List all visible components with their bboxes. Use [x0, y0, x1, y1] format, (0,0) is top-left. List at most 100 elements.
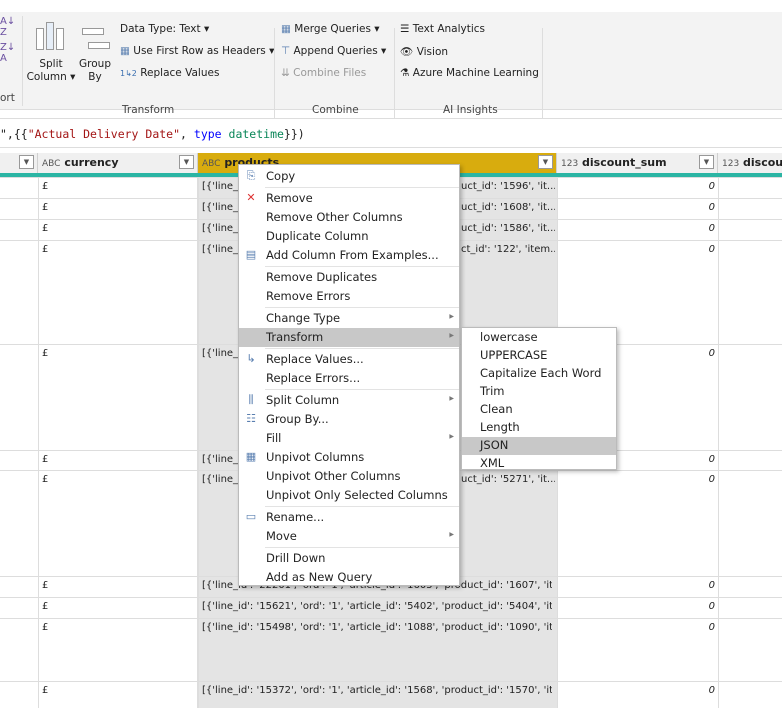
- submenu-item-length[interactable]: Length: [462, 419, 616, 437]
- currency-cell[interactable]: £: [42, 601, 192, 612]
- split-column-icon: ⫼: [248, 393, 254, 406]
- currency-cell[interactable]: £: [42, 181, 192, 192]
- discount-sum-cell[interactable]: 0: [600, 622, 715, 633]
- menu-item-change-type[interactable]: Change Type ▶: [239, 309, 459, 328]
- menu-item-add-as-new-query[interactable]: Add as New Query: [239, 568, 459, 587]
- vision-button[interactable]: 👁 Vision: [400, 45, 448, 58]
- append-queries-button[interactable]: ⊤ Append Queries ▾: [281, 45, 386, 57]
- group-label-1: Group: [79, 58, 111, 70]
- sort-descending-icon[interactable]: Z↓ A: [0, 42, 15, 64]
- menu-item-split-column[interactable]: ⫼ Split Column ▶: [239, 391, 459, 410]
- discount-sum-cell[interactable]: 0: [600, 348, 715, 359]
- products-cell-visible-part[interactable]: ct_id': '122', 'item...: [461, 244, 555, 255]
- currency-cell[interactable]: £: [42, 454, 192, 465]
- divider: [394, 28, 395, 118]
- text-analytics-button[interactable]: ☰ Text Analytics: [400, 23, 485, 35]
- column-header-discount-sum[interactable]: 123 discount_sum ▼: [557, 153, 718, 173]
- discount-sum-cell[interactable]: 0: [600, 223, 715, 234]
- currency-cell[interactable]: £: [42, 474, 192, 485]
- column-filter-dropdown[interactable]: ▼: [538, 155, 553, 169]
- discount-sum-cell[interactable]: 0: [600, 181, 715, 192]
- menu-item-label: Move: [266, 529, 297, 543]
- data-type-button[interactable]: Data Type: Text ▾: [120, 23, 209, 35]
- menu-item-add-column-from-examples[interactable]: ▤ Add Column From Examples...: [239, 246, 459, 265]
- menu-item-transform[interactable]: Transform ▶: [239, 328, 459, 347]
- number-type-icon[interactable]: 123: [561, 159, 578, 169]
- text-type-icon[interactable]: ABC: [202, 159, 220, 169]
- column-header-currency[interactable]: ABC currency ▼: [38, 153, 198, 173]
- submenu-item-lowercase[interactable]: lowercase: [462, 329, 616, 347]
- menu-item-remove-errors[interactable]: Remove Errors: [239, 287, 459, 306]
- group-by-icon: ☷: [246, 412, 256, 425]
- products-cell-visible-part[interactable]: uct_id': '1608', 'it...: [461, 202, 555, 213]
- merge-queries-button[interactable]: ▦ Merge Queries ▾: [281, 23, 380, 35]
- combine-files-icon: ⇊: [281, 67, 290, 79]
- menu-item-group-by[interactable]: ☷ Group By...: [239, 410, 459, 429]
- currency-cell[interactable]: £: [42, 685, 192, 696]
- menu-item-remove-other-columns[interactable]: Remove Other Columns: [239, 208, 459, 227]
- submenu-item-capitalize-each-word[interactable]: Capitalize Each Word: [462, 365, 616, 383]
- sort-group-label: ort: [0, 92, 15, 104]
- replace-values-button[interactable]: 1↳2 Replace Values: [120, 67, 219, 79]
- menu-item-remove-duplicates[interactable]: Remove Duplicates: [239, 268, 459, 287]
- currency-cell[interactable]: £: [42, 244, 192, 255]
- formula-bar[interactable]: ",{{"Actual Delivery Date", type datetim…: [0, 118, 782, 148]
- menu-item-copy[interactable]: ⎘ Copy: [239, 167, 459, 186]
- menu-separator: [265, 187, 459, 188]
- formula-keyword: type: [193, 127, 222, 141]
- menu-item-label: Remove Duplicates: [266, 270, 378, 284]
- column-filter-dropdown[interactable]: ▼: [19, 155, 34, 169]
- vision-label: Vision: [416, 46, 449, 58]
- menu-item-unpivot-only-selected-columns[interactable]: Unpivot Only Selected Columns: [239, 486, 459, 505]
- currency-cell[interactable]: £: [42, 348, 192, 359]
- discount-sum-cell[interactable]: 0: [600, 601, 715, 612]
- products-cell-visible-part[interactable]: uct_id': '5271', 'it...: [461, 474, 555, 485]
- column-header-prev[interactable]: ▼: [0, 153, 38, 173]
- combine-files-button[interactable]: ⇊ Combine Files: [281, 67, 366, 79]
- sort-ascending-icon[interactable]: A↓ Z: [0, 16, 15, 38]
- azure-ml-button[interactable]: ⚗ Azure Machine Learning: [400, 67, 539, 79]
- menu-item-fill[interactable]: Fill ▶: [239, 429, 459, 448]
- number-type-icon[interactable]: 123: [722, 159, 739, 169]
- products-cell-visible-part[interactable]: uct_id': '1596', 'it...: [461, 181, 555, 192]
- submenu-item-uppercase[interactable]: UPPERCASE: [462, 347, 616, 365]
- menu-item-replace-errors[interactable]: Replace Errors...: [239, 369, 459, 388]
- discount-sum-cell[interactable]: 0: [600, 685, 715, 696]
- first-row-headers-button[interactable]: ▦ Use First Row as Headers ▾: [120, 45, 274, 57]
- products-cell[interactable]: [{'line_id': '15498', 'ord': '1', 'artic…: [202, 622, 552, 633]
- discount-sum-cell[interactable]: 0: [600, 454, 715, 465]
- discount-sum-cell[interactable]: 0: [600, 474, 715, 485]
- currency-cell[interactable]: £: [42, 202, 192, 213]
- products-cell[interactable]: [{'line_id': '15372', 'ord': '1', 'artic…: [202, 685, 552, 696]
- menu-item-rename[interactable]: ▭ Rename...: [239, 508, 459, 527]
- column-header-discount[interactable]: 123 discoun: [718, 153, 782, 173]
- currency-cell[interactable]: £: [42, 622, 192, 633]
- menu-item-unpivot-other-columns[interactable]: Unpivot Other Columns: [239, 467, 459, 486]
- submenu-item-clean[interactable]: Clean: [462, 401, 616, 419]
- discount-sum-cell[interactable]: 0: [600, 244, 715, 255]
- menu-item-remove[interactable]: ✕ Remove: [239, 189, 459, 208]
- menu-item-label: Copy: [266, 169, 296, 183]
- column-filter-dropdown[interactable]: ▼: [179, 155, 194, 169]
- products-cell-visible-part[interactable]: uct_id': '1586', 'it...: [461, 223, 555, 234]
- column-filter-dropdown[interactable]: ▼: [699, 155, 714, 169]
- split-column-button[interactable]: Split Column ▾: [26, 58, 76, 84]
- currency-cell[interactable]: £: [42, 223, 192, 234]
- submenu-item-trim[interactable]: Trim: [462, 383, 616, 401]
- split-label-2: Column: [26, 71, 67, 83]
- group-by-button[interactable]: Group By: [78, 58, 112, 84]
- currency-cell[interactable]: £: [42, 580, 192, 591]
- menu-item-replace-values[interactable]: ↳ Replace Values...: [239, 350, 459, 369]
- discount-sum-cell[interactable]: 0: [600, 202, 715, 213]
- discount-sum-cell[interactable]: 0: [600, 580, 715, 591]
- menu-item-move[interactable]: Move ▶: [239, 527, 459, 546]
- menu-item-duplicate-column[interactable]: Duplicate Column: [239, 227, 459, 246]
- menu-item-drill-down[interactable]: Drill Down: [239, 549, 459, 568]
- submenu-item-xml[interactable]: XML: [462, 455, 616, 473]
- text-type-icon[interactable]: ABC: [42, 159, 60, 169]
- menu-item-unpivot-columns[interactable]: ▦ Unpivot Columns: [239, 448, 459, 467]
- submenu-item-json[interactable]: JSON: [462, 437, 616, 455]
- replace-values-icon: 1↳2: [120, 69, 137, 78]
- products-cell[interactable]: [{'line_id': '15621', 'ord': '1', 'artic…: [202, 601, 552, 612]
- menu-separator: [265, 266, 459, 267]
